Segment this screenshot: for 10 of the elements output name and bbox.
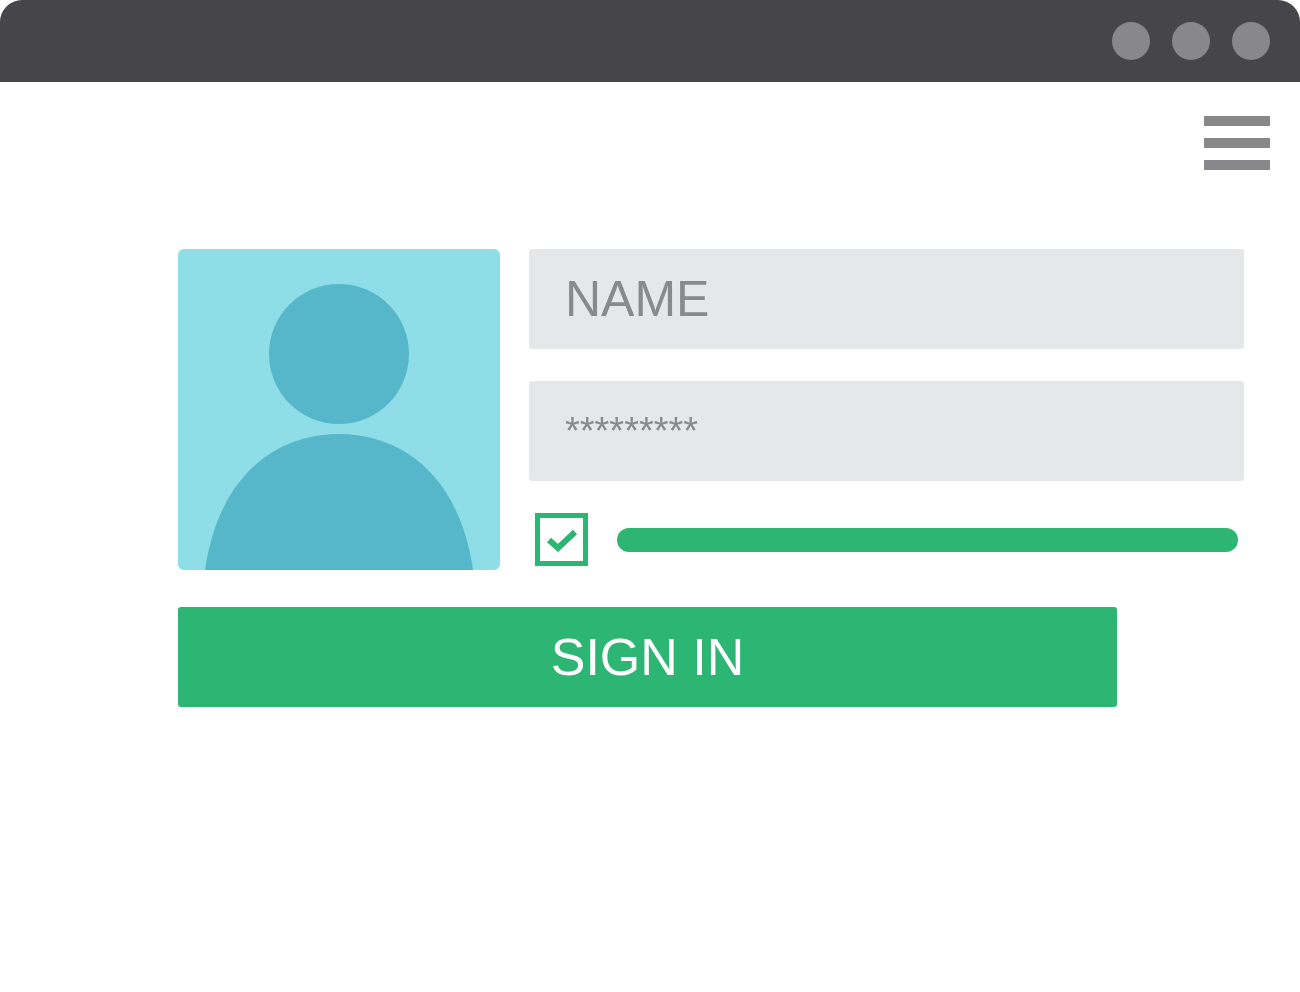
window-control-icon[interactable] <box>1112 22 1150 60</box>
menu-button[interactable] <box>1204 116 1270 170</box>
password-field[interactable]: ********* <box>529 381 1244 481</box>
sign-in-button[interactable]: SIGN IN <box>178 607 1117 707</box>
checkmark-icon <box>545 527 578 552</box>
window-control-icon[interactable] <box>1172 22 1210 60</box>
remember-checkbox[interactable] <box>535 513 588 566</box>
window-control-icon[interactable] <box>1232 22 1270 60</box>
avatar-icon <box>178 249 500 570</box>
name-field[interactable]: NAME <box>529 249 1244 349</box>
